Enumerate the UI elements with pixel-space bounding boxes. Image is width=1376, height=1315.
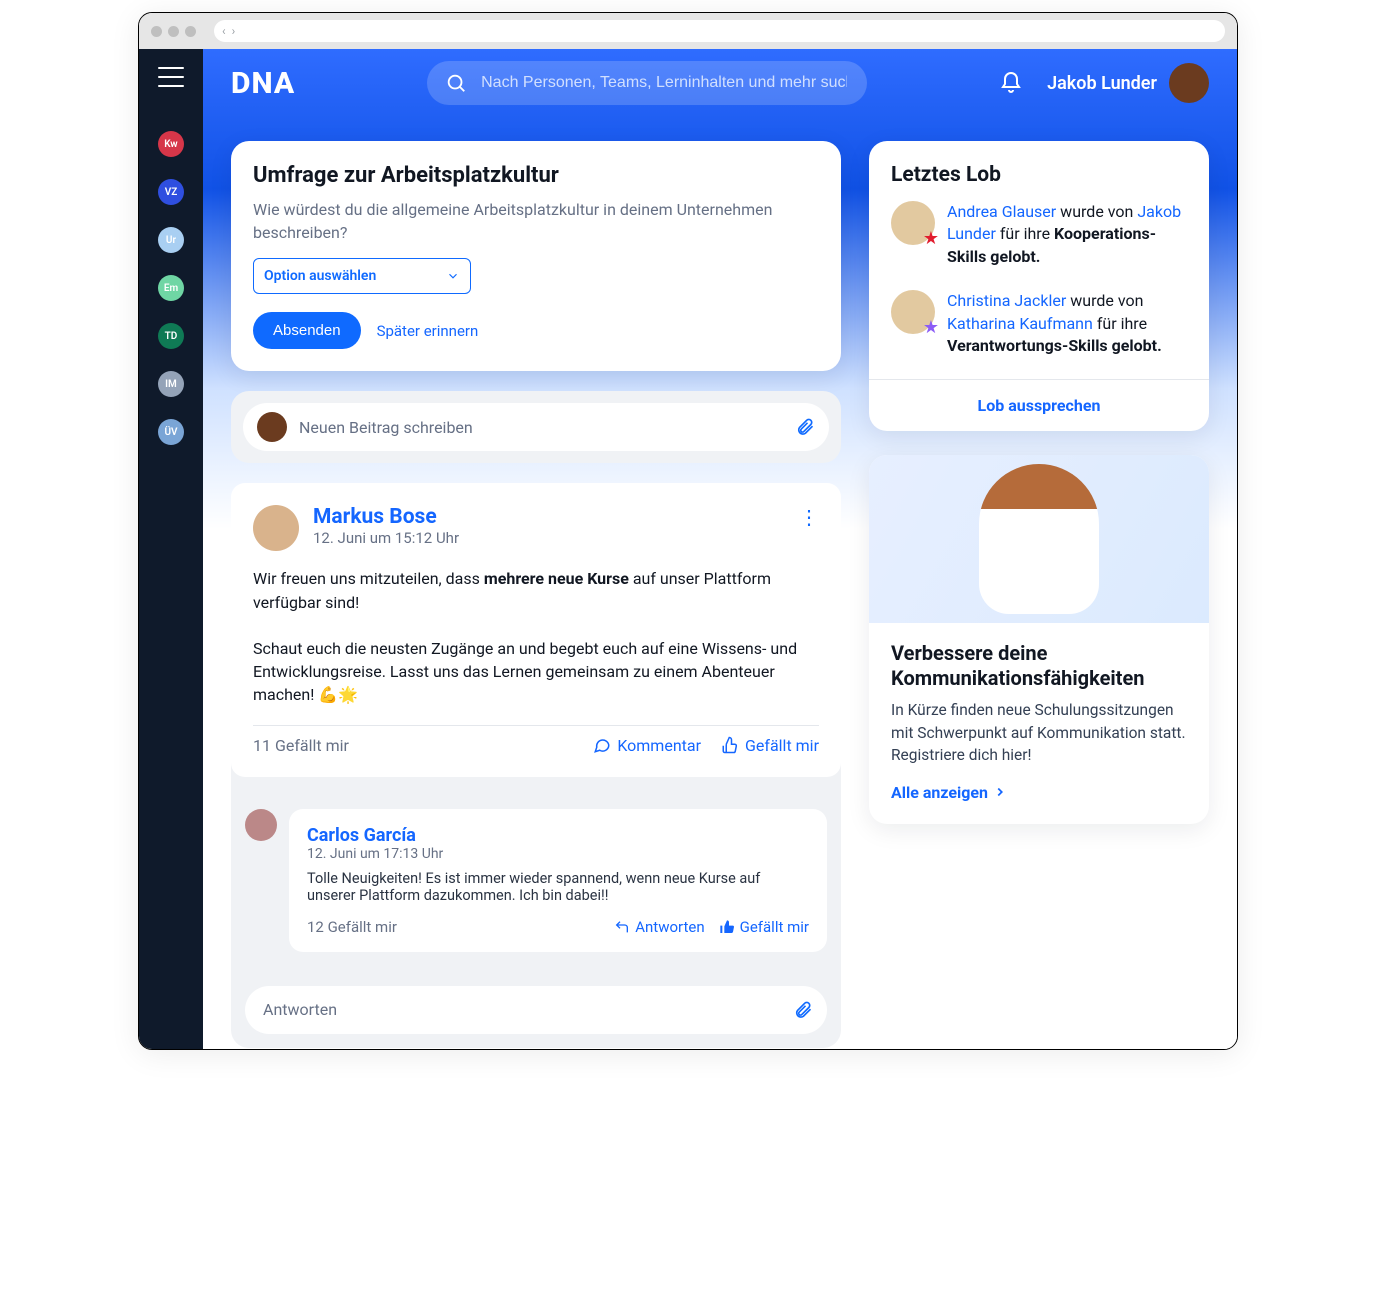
survey-remind-link[interactable]: Später erinnern bbox=[377, 322, 479, 340]
workspace-avatar[interactable]: IM bbox=[158, 371, 184, 397]
compose-input[interactable]: Neuen Beitrag schreiben bbox=[243, 403, 829, 451]
survey-select[interactable]: Option auswählen bbox=[253, 258, 471, 294]
compose-card: Neuen Beitrag schreiben bbox=[231, 391, 841, 463]
bell-icon bbox=[999, 71, 1023, 95]
reply-input[interactable]: Antworten bbox=[245, 986, 827, 1034]
user-name: Jakob Lunder bbox=[1047, 73, 1157, 94]
left-rail: Kw VZ Ur Em TD IM ÜV bbox=[139, 49, 203, 1049]
reply-icon bbox=[614, 919, 630, 935]
thumbs-up-icon bbox=[719, 919, 735, 935]
top-bar: DNA Jakob Lunder bbox=[203, 49, 1237, 117]
star-icon: ★ bbox=[923, 317, 939, 338]
compose-placeholder: Neuen Beitrag schreiben bbox=[299, 418, 783, 437]
avatar bbox=[245, 809, 277, 841]
attachment-icon[interactable] bbox=[795, 417, 815, 437]
comment-like-count: 12 Gefällt mir bbox=[307, 918, 397, 936]
praise-card: Letztes Lob ★Andrea Glauser wurde von Ja… bbox=[869, 141, 1209, 431]
give-praise-button[interactable]: Lob aussprechen bbox=[869, 379, 1209, 431]
notifications-button[interactable] bbox=[999, 71, 1023, 95]
praise-item: ★Christina Jackler wurde von Katharina K… bbox=[891, 290, 1187, 357]
workspace-avatar[interactable]: Em bbox=[158, 275, 184, 301]
comment: Carlos García 12. Juni um 17:13 Uhr Toll… bbox=[231, 795, 841, 966]
person-link[interactable]: Christina Jackler bbox=[947, 291, 1066, 310]
post-body: Wir freuen uns mitzuteilen, dass mehrere… bbox=[253, 567, 819, 706]
global-search[interactable] bbox=[427, 61, 867, 105]
post-timestamp: 12. Juni um 15:12 Uhr bbox=[313, 529, 459, 547]
post-author-link[interactable]: Markus Bose bbox=[313, 505, 459, 529]
avatar bbox=[1169, 63, 1209, 103]
workspace-avatar[interactable]: ÜV bbox=[158, 419, 184, 445]
person-link[interactable]: Katharina Kaufmann bbox=[947, 314, 1093, 333]
survey-submit-button[interactable]: Absenden bbox=[253, 312, 361, 349]
survey-question: Wie würdest du die allgemeine Arbeitspla… bbox=[253, 198, 819, 244]
attachment-icon[interactable] bbox=[793, 1000, 813, 1020]
comment-like-button[interactable]: Gefällt mir bbox=[719, 918, 809, 936]
avatar: ★ bbox=[891, 201, 935, 245]
comment-timestamp: 12. Juni um 17:13 Uhr bbox=[307, 846, 809, 862]
reply-placeholder: Antworten bbox=[263, 1000, 781, 1019]
workspace-avatar[interactable]: Kw bbox=[158, 131, 184, 157]
nav-back-icon[interactable]: ‹ bbox=[222, 24, 226, 38]
post-menu-button[interactable]: ⋮ bbox=[799, 505, 819, 529]
person-link[interactable]: Andrea Glauser bbox=[947, 202, 1056, 221]
survey-card: Umfrage zur Arbeitsplatzkultur Wie würde… bbox=[231, 141, 841, 371]
search-icon bbox=[445, 72, 467, 94]
post-card: Markus Bose 12. Juni um 15:12 Uhr ⋮ Wir … bbox=[231, 483, 841, 1047]
comment-text: Tolle Neuigkeiten! Es ist immer wieder s… bbox=[307, 870, 809, 904]
browser-titlebar: ‹ › bbox=[139, 13, 1237, 49]
comment-button[interactable]: Kommentar bbox=[593, 736, 701, 755]
avatar bbox=[257, 412, 287, 442]
window-dot[interactable] bbox=[151, 26, 162, 37]
avatar: ★ bbox=[891, 290, 935, 334]
comment-icon bbox=[593, 736, 611, 754]
survey-title: Umfrage zur Arbeitsplatzkultur bbox=[253, 163, 819, 188]
promo-cta-link[interactable]: Alle anzeigen bbox=[891, 783, 1187, 802]
post-like-count: 11 Gefällt mir bbox=[253, 736, 349, 755]
promo-title: Verbessere deine Kommunikationsfähigkeit… bbox=[891, 641, 1187, 691]
promo-image bbox=[869, 455, 1209, 623]
praise-item: ★Andrea Glauser wurde von Jakob Lunder f… bbox=[891, 201, 1187, 268]
workspace-avatar[interactable]: VZ bbox=[158, 179, 184, 205]
workspace-avatar[interactable]: TD bbox=[158, 323, 184, 349]
workspace-avatar[interactable]: Ur bbox=[158, 227, 184, 253]
chevron-down-icon bbox=[446, 269, 460, 283]
praise-title: Letztes Lob bbox=[891, 163, 1187, 187]
current-user[interactable]: Jakob Lunder bbox=[1047, 63, 1209, 103]
browser-window: ‹ › Kw VZ Ur Em TD IM ÜV DNA Jakob Lunder bbox=[138, 12, 1238, 1050]
window-dot[interactable] bbox=[185, 26, 196, 37]
url-bar[interactable]: ‹ › bbox=[214, 20, 1225, 42]
app-logo[interactable]: DNA bbox=[231, 66, 295, 101]
thumbs-up-icon bbox=[721, 736, 739, 754]
select-label: Option auswählen bbox=[264, 268, 376, 284]
menu-toggle-button[interactable] bbox=[158, 67, 184, 87]
reply-button[interactable]: Antworten bbox=[614, 918, 704, 936]
promo-text: In Kürze finden neue Schulungssitzungen … bbox=[891, 699, 1187, 766]
chevron-right-icon bbox=[993, 785, 1007, 799]
nav-forward-icon[interactable]: › bbox=[232, 24, 236, 38]
avatar bbox=[253, 505, 299, 551]
window-dot[interactable] bbox=[168, 26, 179, 37]
search-input[interactable] bbox=[479, 73, 849, 93]
star-icon: ★ bbox=[923, 228, 939, 249]
comment-author-link[interactable]: Carlos García bbox=[307, 825, 809, 846]
like-button[interactable]: Gefällt mir bbox=[721, 736, 819, 755]
promo-card: Verbessere deine Kommunikationsfähigkeit… bbox=[869, 455, 1209, 823]
